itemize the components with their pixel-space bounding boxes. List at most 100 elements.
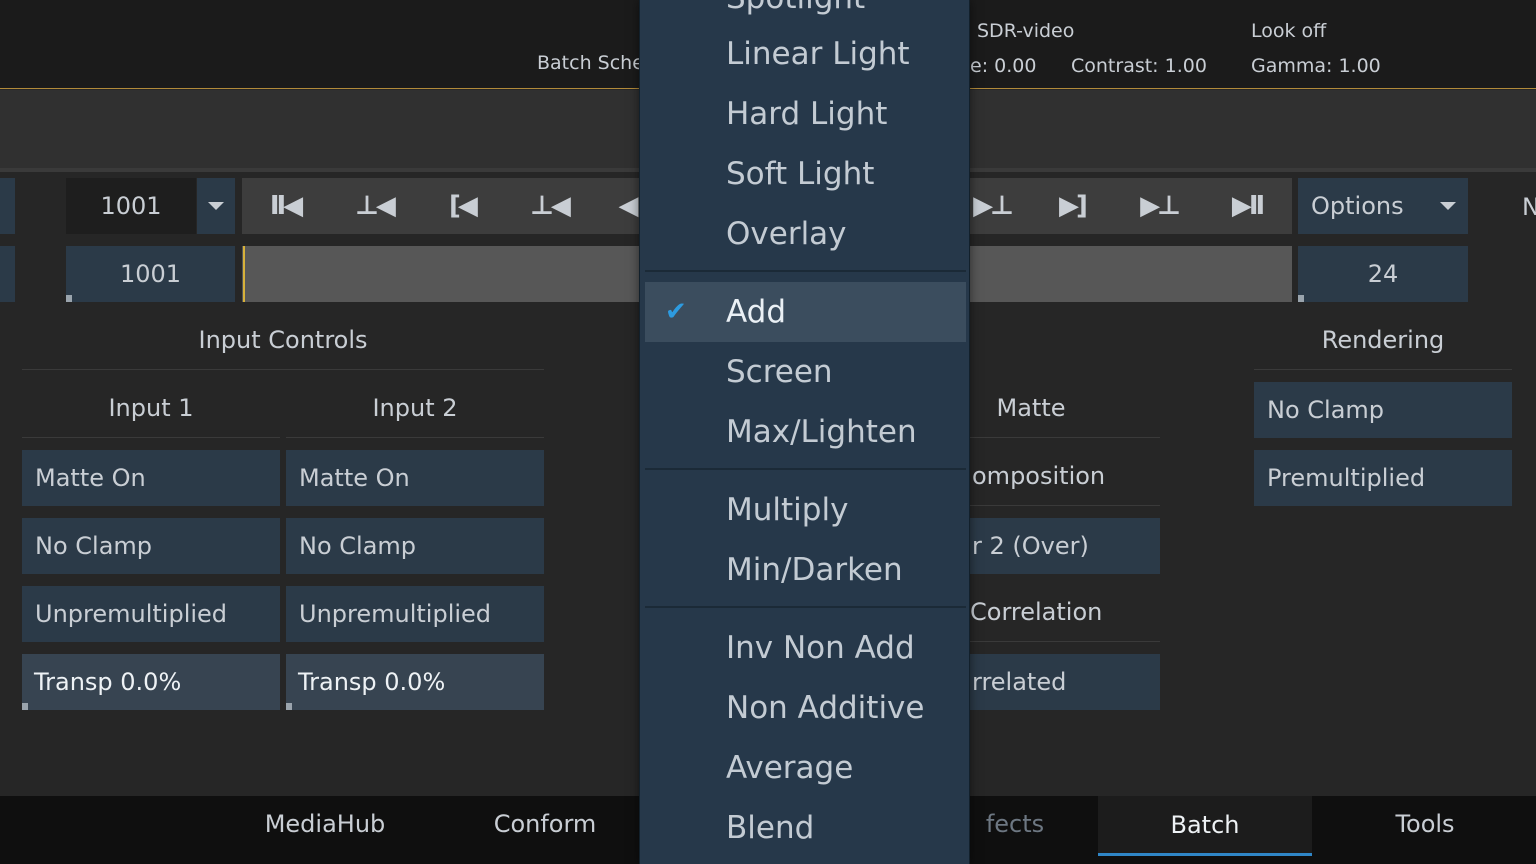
input1-matte-button[interactable]: Matte On — [22, 450, 280, 506]
input2-matte-label: Matte On — [299, 464, 410, 492]
menu-separator — [645, 270, 966, 272]
go-to-end-button[interactable]: ▶II — [1212, 178, 1282, 234]
menu-item-max-lighten[interactable]: Max/Lighten — [640, 402, 971, 462]
rendering-clamp-button[interactable]: No Clamp — [1254, 382, 1512, 438]
input2-matte-button[interactable]: Matte On — [286, 450, 544, 506]
in-point-icon: [◀ — [449, 191, 478, 221]
previous-frame-button[interactable]: ⊥◀ — [514, 178, 584, 234]
input1-matte-label: Matte On — [35, 464, 146, 492]
input-controls-title: Input Controls — [22, 326, 544, 370]
frame-field-value: 1001 — [100, 192, 162, 220]
slider-marker — [1298, 295, 1304, 302]
previous-frame-icon: ⊥◀ — [530, 191, 571, 221]
left-partial-dropdown[interactable] — [0, 178, 15, 234]
menu-item-label: Screen — [726, 354, 833, 390]
menu-item-label: Max/Lighten — [726, 414, 917, 450]
fps-field[interactable]: 24 — [1298, 246, 1468, 302]
out-point-icon: ▶] — [1059, 191, 1088, 221]
chevron-down-icon — [1440, 202, 1456, 210]
go-to-out-point-button[interactable]: ▶] — [1037, 178, 1107, 234]
menu-item-label: Soft Light — [726, 156, 875, 192]
input2-premult-label: Unpremultiplied — [299, 600, 492, 628]
slider-marker — [66, 295, 72, 302]
menu-item-hard-light[interactable]: Hard Light — [640, 84, 971, 144]
input2-title: Input 2 — [286, 394, 544, 438]
input2-premult-button[interactable]: Unpremultiplied — [286, 586, 544, 642]
contrast-label: Contrast: 1.00 — [1071, 55, 1207, 77]
menu-item-min-darken[interactable]: Min/Darken — [640, 540, 971, 600]
input1-premult-label: Unpremultiplied — [35, 600, 228, 628]
play-reverse-icon: ◀ — [618, 191, 639, 221]
batch-label: Batch Sche — [537, 52, 644, 74]
left-partial-dropdown-2[interactable] — [0, 246, 15, 302]
menu-item-non-additive[interactable]: Non Additive — [640, 678, 971, 738]
menu-item-blend[interactable]: Blend — [640, 798, 971, 858]
menu-item-screen[interactable]: Screen — [640, 342, 971, 402]
input1-clamp-button[interactable]: No Clamp — [22, 518, 280, 574]
input2-clamp-label: No Clamp — [299, 532, 417, 560]
menu-item-label: Linear Light — [726, 36, 910, 72]
menu-item-add[interactable]: ✔ Add — [645, 282, 966, 342]
start-frame-field[interactable]: 1001 — [66, 246, 235, 302]
previous-keyframe-icon: ⊥◀ — [355, 191, 396, 221]
input1-premult-button[interactable]: Unpremultiplied — [22, 586, 280, 642]
tab-batch-label: Batch — [1170, 810, 1240, 839]
options-label: Options — [1311, 192, 1404, 220]
tab-tools[interactable]: Tools — [1320, 796, 1530, 852]
next-keyframe-button[interactable]: ▶⊥ — [1124, 178, 1194, 234]
rendering-premult-label: Premultiplied — [1267, 464, 1426, 492]
options-dropdown[interactable]: Options — [1298, 178, 1468, 234]
menu-item-label: Add — [726, 294, 787, 330]
go-to-start-button[interactable]: II◀ — [250, 178, 320, 234]
menu-item-multiply[interactable]: Multiply — [640, 480, 971, 540]
menu-item-average[interactable]: Average — [640, 738, 971, 798]
next-keyframe-icon: ▶⊥ — [1140, 191, 1181, 221]
tab-batch[interactable]: Batch — [1098, 796, 1312, 856]
input2-transparency-field[interactable]: Transp 0.0% — [286, 654, 544, 710]
menu-item-label: Average — [726, 750, 854, 786]
slider-marker — [286, 703, 292, 710]
start-frame-value: 1001 — [119, 260, 182, 288]
previous-keyframe-button[interactable]: ⊥◀ — [339, 178, 409, 234]
frame-dropdown-button[interactable] — [197, 178, 235, 234]
go-to-start-icon: II◀ — [269, 191, 303, 221]
go-to-end-icon: ▶II — [1231, 191, 1265, 221]
rendering-clamp-label: No Clamp — [1267, 396, 1385, 424]
menu-item-label: Multiply — [726, 492, 849, 528]
menu-item-label: Min/Darken — [726, 552, 903, 588]
composition-value: r 2 (Over) — [972, 532, 1089, 560]
input2-clamp-button[interactable]: No Clamp — [286, 518, 544, 574]
playhead[interactable] — [243, 246, 245, 302]
blend-mode-menu: Spotlight Linear Light Hard Light Soft L… — [639, 0, 970, 864]
input1-transparency-field[interactable]: Transp 0.0% — [22, 654, 280, 710]
slider-marker — [22, 703, 28, 710]
input1-title: Input 1 — [22, 394, 280, 438]
chevron-down-icon — [208, 202, 224, 210]
fps-value: 24 — [1367, 260, 1399, 288]
exposure-label: e: 0.00 — [970, 55, 1037, 77]
menu-item-label: Non Additive — [726, 690, 925, 726]
gamma-label: Gamma: 1.00 — [1251, 55, 1381, 77]
go-to-in-point-button[interactable]: [◀ — [427, 178, 497, 234]
tab-mediahub-label: MediaHub — [264, 810, 386, 838]
tab-conform-label: Conform — [493, 810, 597, 838]
frame-field[interactable]: 1001 — [66, 178, 196, 234]
input2-transparency-label: Transp 0.0% — [298, 668, 446, 696]
tab-conform[interactable]: Conform — [440, 796, 650, 852]
menu-separator — [645, 468, 966, 470]
right-partial-label: N — [1522, 193, 1536, 221]
rendering-premult-button[interactable]: Premultiplied — [1254, 450, 1512, 506]
next-frame-icon: ▶⊥ — [973, 191, 1014, 221]
menu-item-soft-light[interactable]: Soft Light — [640, 144, 971, 204]
menu-item-label: Spotlight — [726, 0, 865, 16]
menu-item-label: Inv Non Add — [726, 630, 915, 666]
menu-item-overlay[interactable]: Overlay — [640, 204, 971, 264]
sdr-label: SDR-video — [977, 20, 1075, 42]
menu-item-label: Blend — [726, 810, 815, 846]
tab-tools-label: Tools — [1395, 810, 1455, 838]
menu-item-linear-light[interactable]: Linear Light — [640, 24, 971, 84]
input1-transparency-label: Transp 0.0% — [34, 668, 182, 696]
tab-mediahub[interactable]: MediaHub — [220, 796, 430, 852]
rendering-title: Rendering — [1254, 326, 1512, 370]
menu-item-inv-non-add[interactable]: Inv Non Add — [640, 618, 971, 678]
